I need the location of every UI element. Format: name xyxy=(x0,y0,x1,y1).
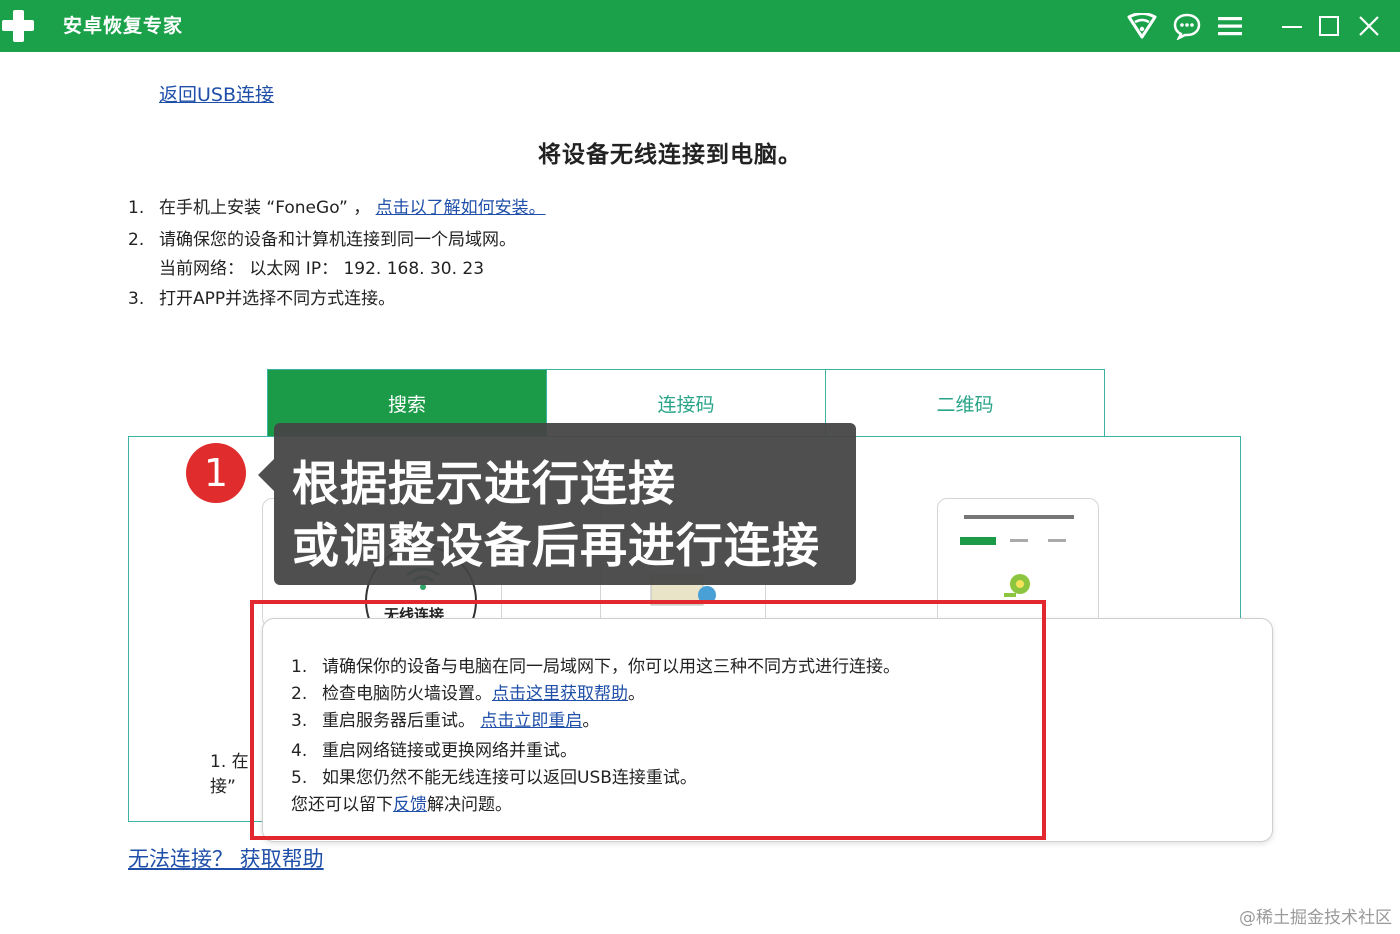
network-info: 当前网络： 以太网 IP： 192. 168. 30. 23 xyxy=(159,259,485,279)
instruction-callout: 根据提示进行连接 或调整设备后再进行连接 xyxy=(258,423,856,585)
chat-icon[interactable] xyxy=(1169,8,1205,44)
wifi-icon[interactable] xyxy=(1124,8,1160,44)
help-feedback-line: 您还可以留下反馈解决问题。 xyxy=(291,795,512,815)
close-icon[interactable] xyxy=(1351,8,1387,44)
help-item-5: 5. 如果您仍然不能无线连接可以返回USB连接重试。 xyxy=(291,768,697,788)
restart-now-link[interactable]: 点击立即重启 xyxy=(480,711,582,731)
page-heading: 将设备无线连接到电脑。 xyxy=(538,142,802,168)
install-guide-link[interactable]: 点击以了解如何安装。 xyxy=(376,198,546,218)
help-item-3: 3. 重启服务器后重试。 点击立即重启。 xyxy=(291,711,600,731)
app-plus-logo xyxy=(0,4,36,46)
menu-icon[interactable] xyxy=(1212,8,1248,44)
help-item-1: 1. 请确保你的设备与电脑在同一局域网下，你可以用这三种不同方式进行连接。 xyxy=(291,657,900,677)
qr-preview-card xyxy=(937,498,1099,628)
troubleshooting-dialog: 1. 请确保你的设备与电脑在同一局域网下，你可以用这三种不同方式进行连接。 2. 检… xyxy=(262,618,1273,842)
wireless-device-icon xyxy=(1004,574,1030,597)
partial-step-text: 1. 在 接” xyxy=(210,752,249,797)
help-item-4: 4. 重启网络链接或更换网络并重试。 xyxy=(291,741,577,761)
tab-qr-code[interactable]: 二维码 xyxy=(826,370,1104,437)
help-item-2: 2. 检查电脑防火墙设置。点击这里获取帮助。 xyxy=(291,684,645,704)
minimize-icon[interactable] xyxy=(1274,8,1310,44)
step-1: 1. 在手机上安装 “FoneGo” ， 点击以了解如何安装。 xyxy=(128,198,546,218)
maximize-icon[interactable] xyxy=(1311,8,1347,44)
app-title: 安卓恢复专家 xyxy=(63,15,184,37)
firewall-help-link[interactable]: 点击这里获取帮助 xyxy=(492,684,628,704)
cannot-connect-help-link[interactable]: 无法连接？ 获取帮助 xyxy=(128,843,324,873)
step-3: 3. 打开APP并选择不同方式连接。 xyxy=(128,289,396,309)
step-2: 2. 请确保您的设备和计算机连接到同一个局域网。 xyxy=(128,230,516,250)
callout-line-1: 根据提示进行连接 xyxy=(292,457,676,512)
back-to-usb-link[interactable]: 返回USB连接 xyxy=(159,80,274,107)
callout-line-2: 或调整设备后再进行连接 xyxy=(292,519,820,574)
feedback-link[interactable]: 反馈 xyxy=(393,795,427,815)
title-bar: 安卓恢复专家 xyxy=(0,0,1400,52)
watermark: @稀土掘金技术社区 xyxy=(1239,908,1392,928)
step-number-badge: 1 xyxy=(186,443,246,503)
